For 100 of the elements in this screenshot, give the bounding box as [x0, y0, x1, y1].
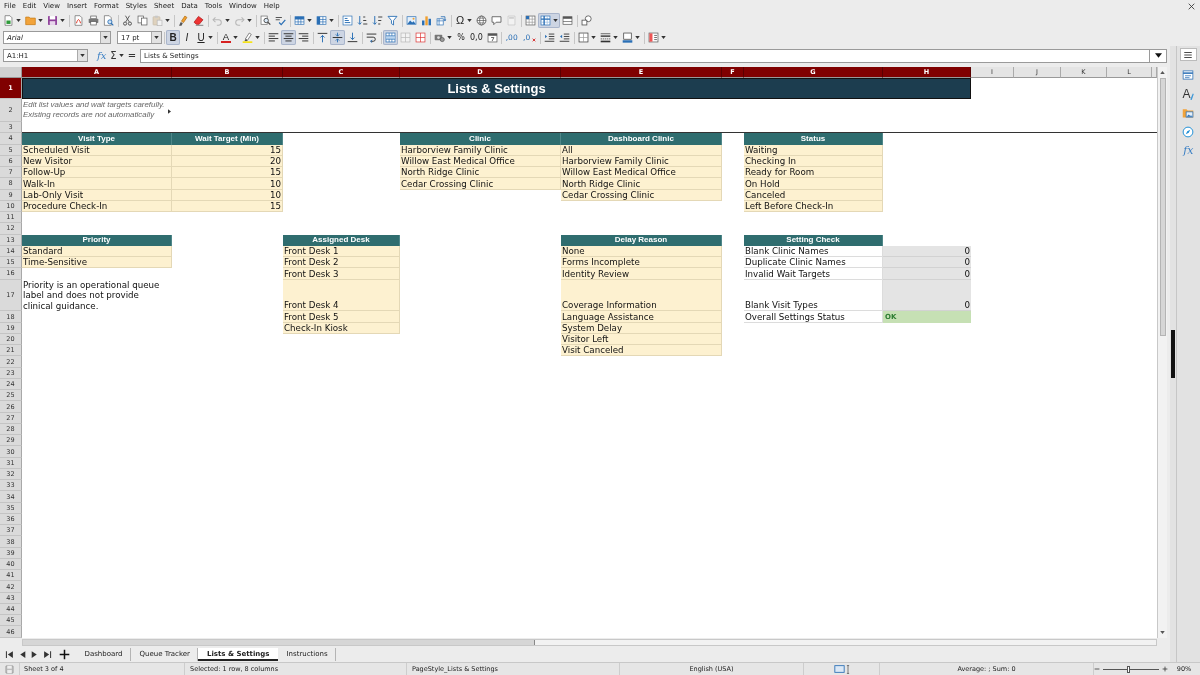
sidebar-menu-button[interactable]: [1179, 48, 1197, 61]
percent-button[interactable]: %: [454, 30, 468, 45]
caret-icon[interactable]: [80, 54, 85, 57]
caret-icon[interactable]: [16, 19, 21, 22]
number-cell: 10: [172, 189, 283, 201]
caret-icon[interactable]: [661, 36, 667, 39]
italic-button[interactable]: I: [180, 30, 194, 45]
function-wizard-button[interactable]: fx: [95, 48, 109, 63]
caret-icon[interactable]: [613, 36, 619, 39]
close-icon[interactable]: [1188, 2, 1195, 10]
compass-icon[interactable]: [1182, 126, 1195, 138]
text-cursor-icon: [845, 664, 850, 674]
caret-icon[interactable]: [60, 19, 65, 22]
cross-icon[interactable]: [532, 38, 537, 42]
dropdown-button[interactable]: [77, 50, 87, 61]
row-button[interactable]: [292, 13, 314, 28]
border-grid-icon[interactable]: [578, 32, 590, 43]
sum-button[interactable]: Σ: [108, 48, 126, 63]
count-cell: 0: [883, 268, 971, 280]
column-button[interactable]: [314, 13, 336, 28]
border-color-icon[interactable]: [622, 32, 634, 43]
caret-icon[interactable]: [233, 36, 238, 39]
list-cell: Walk-In: [22, 178, 172, 190]
caret-icon[interactable]: [255, 36, 260, 39]
zoom-in-icon[interactable]: [1162, 666, 1168, 672]
conditional-format-icon[interactable]: [648, 32, 660, 43]
dropdown-button[interactable]: [151, 32, 161, 43]
label-cell: Blank Visit Types: [744, 279, 883, 312]
list-header-cell: Assigned Desk: [283, 234, 400, 246]
list-cell: Ready for Room: [744, 167, 883, 179]
caret-icon[interactable]: [591, 36, 597, 39]
list-cell: On Hold: [744, 178, 883, 190]
caret-icon[interactable]: [208, 36, 213, 39]
caret-icon[interactable]: [467, 19, 472, 22]
list-cell: Cedar Crossing Clinic: [561, 189, 722, 201]
underline-button[interactable]: U: [194, 30, 215, 45]
add-sheet-icon[interactable]: [59, 648, 70, 660]
font-color-button[interactable]: A: [219, 30, 240, 45]
scroll-down-icon[interactable]: [1160, 631, 1165, 634]
number-format-button[interactable]: 0,0: [468, 30, 485, 45]
caret-icon[interactable]: [103, 36, 108, 39]
highlight-button[interactable]: [240, 30, 262, 45]
vertical-scrollbar[interactable]: [1157, 67, 1167, 638]
caret-icon[interactable]: [118, 54, 124, 57]
new-document-icon[interactable]: [3, 15, 14, 26]
caret-icon[interactable]: [307, 19, 312, 22]
count-cell: 0: [883, 257, 971, 269]
banknote-icon[interactable]: [434, 32, 445, 43]
scroll-up-icon[interactable]: [1160, 71, 1165, 74]
list-header-cell: Dashboard Clinic: [561, 133, 722, 145]
list-cell: Canceled: [744, 189, 883, 201]
table-columns-icon[interactable]: [316, 15, 327, 26]
caret-icon[interactable]: [635, 36, 641, 39]
properties-icon[interactable]: [1182, 69, 1195, 81]
freeze-grid-icon[interactable]: [540, 15, 551, 26]
caret-icon[interactable]: [329, 19, 334, 22]
list-cell: Language Assistance: [561, 311, 722, 323]
menu-icon[interactable]: [1183, 49, 1194, 60]
list-cell: Front Desk 2: [283, 257, 400, 269]
list-cell: Waiting: [744, 144, 883, 156]
list-cell: Check-In Kiosk: [283, 322, 400, 334]
new-button[interactable]: [1, 13, 23, 28]
caret-icon[interactable]: [447, 36, 452, 39]
list-header-cell: Delay Reason: [561, 234, 722, 246]
scroll-thumb[interactable]: [1159, 78, 1166, 336]
list-header-cell: Setting Check: [744, 234, 883, 246]
list-cell: All: [561, 144, 722, 156]
horizontal-scrollbar[interactable]: [22, 638, 1157, 646]
freeze-button[interactable]: [538, 13, 560, 28]
note-text: Priority is an operational queue label and does not provide clinical guidance.: [22, 279, 161, 312]
slider-thumb[interactable]: [1126, 665, 1130, 673]
scroll-thumb[interactable]: [23, 639, 535, 645]
list-cell: Front Desk 5: [283, 311, 400, 323]
expand-formula-button[interactable]: [1150, 48, 1167, 63]
list-header-cell: Priority: [22, 234, 172, 246]
list-header-cell: Clinic: [400, 133, 561, 145]
gallery-icon[interactable]: [1182, 107, 1195, 119]
caret-icon[interactable]: [154, 36, 159, 39]
caret-icon[interactable]: [553, 19, 558, 22]
last-sheet-icon[interactable]: [42, 649, 52, 659]
first-sheet-icon[interactable]: [5, 649, 14, 659]
formula-button[interactable]: =: [125, 48, 139, 63]
count-cell: 0: [883, 279, 971, 312]
previous-sheet-icon[interactable]: [17, 649, 27, 659]
caret-icon[interactable]: [1154, 53, 1162, 58]
line-style-icon[interactable]: [600, 32, 612, 43]
save-button[interactable]: [45, 13, 67, 28]
table-rows-icon[interactable]: [294, 15, 305, 26]
list-cell: Follow-Up: [22, 167, 172, 179]
bold-button[interactable]: B: [166, 30, 180, 45]
list-header-cell: Visit Type: [22, 133, 172, 145]
highlighter-icon[interactable]: [242, 32, 253, 43]
selection-mode-icon[interactable]: [833, 665, 845, 673]
list-cell: Lab-Only Visit: [22, 189, 172, 201]
styles-button[interactable]: A: [1182, 88, 1195, 100]
special-character-button[interactable]: Ω: [453, 13, 474, 28]
caret-icon[interactable]: [38, 19, 43, 22]
dropdown-button[interactable]: [100, 32, 110, 43]
sidebar-grip[interactable]: [1170, 330, 1175, 378]
next-sheet-icon[interactable]: [30, 649, 39, 659]
